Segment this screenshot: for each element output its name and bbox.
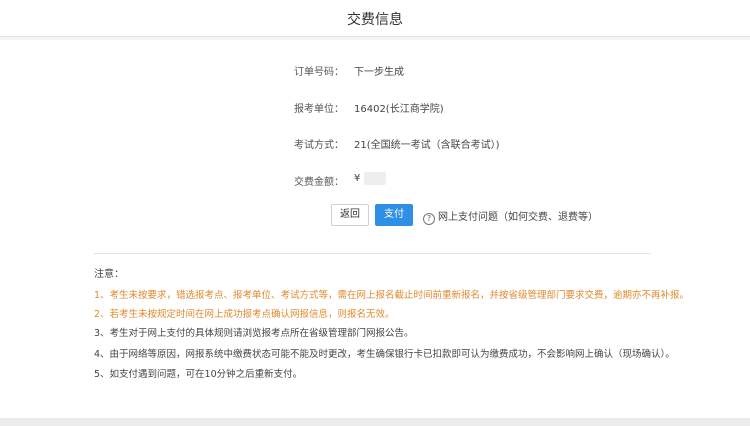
- divider: [94, 253, 651, 254]
- back-button[interactable]: 返回: [331, 204, 369, 226]
- payment-help-text: 网上支付问题（如何交费、退费等）: [438, 212, 598, 223]
- order-number-row: 订单号码： 下一步生成: [0, 61, 750, 79]
- notice-item-1: 1、考生未按要求，错选报考点、报考单位、考试方式等，需在网上报名截止时间前重新报…: [94, 290, 690, 301]
- notice-title: 注意：: [94, 269, 124, 280]
- payment-info-panel: [0, 40, 750, 418]
- payment-help-link[interactable]: ? 网上支付问题（如何交费、退费等）: [423, 208, 598, 225]
- pay-button[interactable]: 支付: [375, 204, 413, 226]
- notice-item-2: 2、若考生未按规定时间在网上成功报考点确认网报信息，则报名无效。: [94, 309, 395, 320]
- question-circle-icon: ?: [423, 213, 435, 225]
- exam-unit-value: 16402(长江商学院): [354, 104, 444, 115]
- notice-item-3: 3、考生对于网上支付的具体规则请浏览报考点所在省级管理部门网报公告。: [94, 328, 414, 339]
- fee-amount-redacted: [364, 172, 386, 185]
- page-header: 交费信息: [0, 0, 750, 37]
- exam-mode-value: 21(全国统一考试（含联合考试）): [354, 140, 500, 151]
- order-number-label: 订单号码：: [294, 67, 344, 78]
- order-number-value: 下一步生成: [354, 67, 404, 78]
- fee-amount-row: 交费金额： ¥: [0, 171, 750, 189]
- exam-unit-label: 报考单位：: [294, 104, 344, 115]
- exam-unit-row: 报考单位： 16402(长江商学院): [0, 98, 750, 116]
- notice-item-4: 4、由于网络等原因，网报系统中缴费状态可能不能及时更改，考生确保银行卡已扣款即可…: [94, 349, 675, 360]
- page-title: 交费信息: [347, 12, 403, 28]
- bottom-bar: [0, 418, 750, 426]
- notice-item-5: 5、如支付遇到问题，可在10分钟之后重新支付。: [94, 369, 303, 380]
- exam-mode-row: 考试方式： 21(全国统一考试（含联合考试）): [0, 134, 750, 152]
- fee-amount-label: 交费金额：: [294, 177, 344, 188]
- fee-amount-currency: ¥: [354, 173, 361, 184]
- exam-mode-label: 考试方式：: [294, 140, 344, 151]
